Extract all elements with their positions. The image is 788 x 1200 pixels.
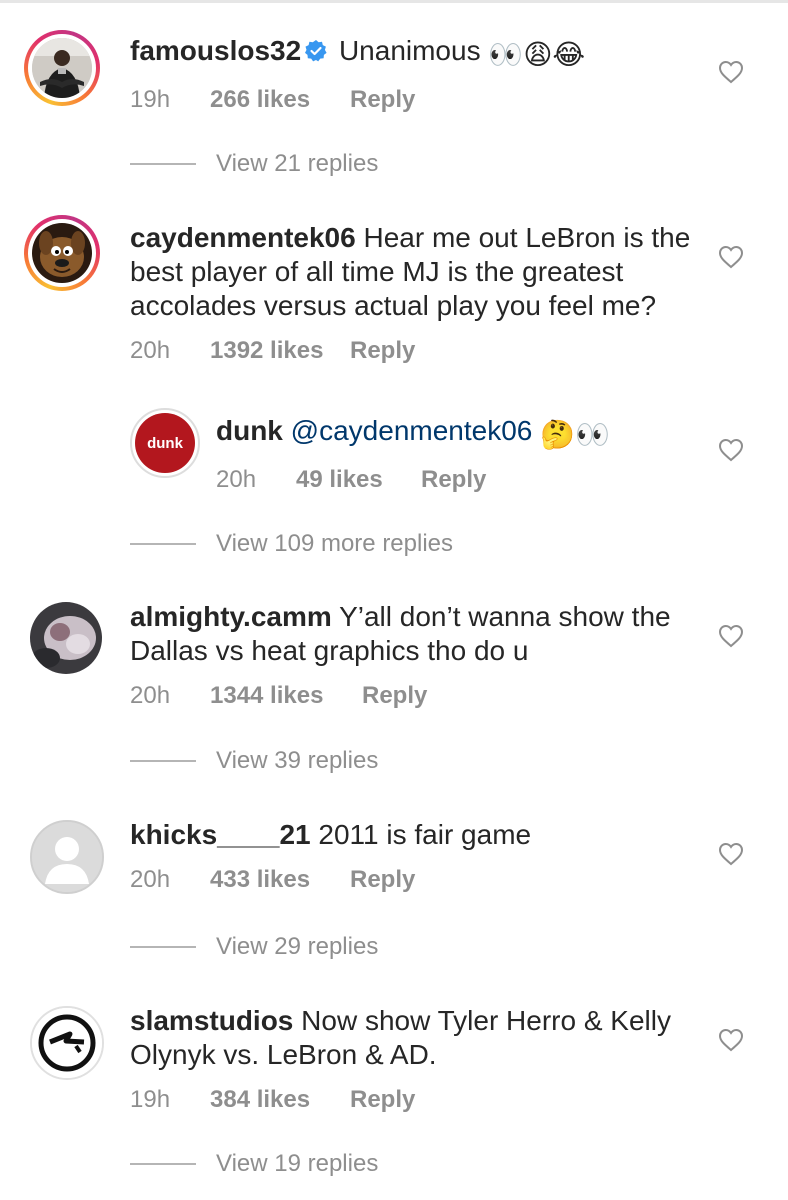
profile-photo	[30, 602, 102, 674]
view-replies-button[interactable]: View 39 replies	[130, 747, 378, 775]
comment-meta: 19h 266 likes Reply	[130, 86, 698, 114]
heart-outline-icon[interactable]	[718, 1028, 744, 1052]
view-replies-label: View 21 replies	[216, 150, 379, 177]
heart-outline-icon[interactable]	[718, 60, 744, 84]
view-replies-button[interactable]: View 29 replies	[130, 933, 378, 961]
comment-text: caydenmentek06 Hear me out LeBron is the…	[130, 221, 698, 323]
likes-count[interactable]: 49 likes	[296, 466, 421, 494]
timestamp[interactable]: 20h	[130, 337, 210, 365]
timestamp[interactable]: 19h	[130, 86, 210, 114]
timestamp[interactable]: 20h	[130, 682, 210, 710]
comment-body: dunk @caydenmentek06 🤔👀 20h 49 likes Rep…	[216, 414, 698, 494]
comment-body: caydenmentek06 Hear me out LeBron is the…	[130, 221, 698, 365]
timestamp[interactable]: 20h	[216, 466, 296, 494]
reply-button[interactable]: Reply	[350, 1086, 415, 1114]
comment-message: Unanimous	[338, 35, 481, 66]
view-more-replies-button[interactable]: View 109 more replies	[130, 530, 453, 558]
comment-text: slamstudios Now show Tyler Herro & Kelly…	[130, 1004, 698, 1072]
likes-count[interactable]: 266 likes	[210, 86, 350, 114]
username[interactable]: caydenmentek06	[130, 222, 356, 253]
likes-count[interactable]: 1392 likes	[210, 337, 350, 365]
comment-meta: 19h 384 likes Reply	[130, 1086, 698, 1114]
heart-outline-icon[interactable]	[718, 842, 744, 866]
comment-body: khicks____21 2011 is fair game 20h 433 l…	[130, 818, 698, 894]
timestamp[interactable]: 19h	[130, 1086, 210, 1114]
likes-count[interactable]: 433 likes	[210, 866, 350, 894]
comment-meta: 20h 1344 likes Reply	[130, 682, 698, 710]
divider-dash	[130, 163, 196, 165]
divider-dash	[130, 946, 196, 948]
verified-badge-icon	[305, 36, 327, 62]
comment-body: slamstudios Now show Tyler Herro & Kelly…	[130, 1004, 698, 1114]
comment-message: 2011 is fair game	[318, 819, 532, 850]
comment-meta: 20h 1392 likes Reply	[130, 337, 698, 365]
view-replies-label: View 19 replies	[216, 1150, 379, 1177]
reply-button[interactable]: Reply	[350, 337, 415, 365]
comment-body: famouslos32 Unanimous 👀😩😂 19h 266 likes …	[130, 34, 698, 114]
username[interactable]: khicks____21	[130, 819, 311, 850]
timestamp[interactable]: 20h	[130, 866, 210, 894]
avatar[interactable]	[24, 215, 100, 291]
username[interactable]: slamstudios	[130, 1005, 293, 1036]
comment-body: almighty.camm Y’all don’t wanna show the…	[130, 600, 698, 710]
username[interactable]: almighty.camm	[130, 601, 332, 632]
reply-button[interactable]: Reply	[350, 866, 415, 894]
avatar[interactable]	[30, 820, 104, 894]
avatar[interactable]	[24, 30, 100, 106]
reply-button[interactable]: Reply	[362, 682, 427, 710]
reply-button[interactable]: Reply	[421, 466, 486, 494]
heart-outline-icon[interactable]	[718, 624, 744, 648]
heart-outline-icon[interactable]	[718, 245, 744, 269]
avatar[interactable]	[30, 602, 102, 674]
avatar[interactable]: dunk	[130, 408, 200, 478]
divider-dash	[130, 1163, 196, 1165]
comment-meta: 20h 49 likes Reply	[216, 466, 698, 494]
dunk-logo: dunk	[147, 434, 183, 452]
slam-logo	[32, 1008, 102, 1078]
comment-text: khicks____21 2011 is fair game	[130, 818, 698, 852]
emoji-eyes-weary-joy: 👀😩😂	[488, 39, 586, 70]
profile-photo	[32, 38, 92, 98]
comment-text: famouslos32 Unanimous 👀😩😂	[130, 34, 698, 72]
top-divider	[0, 0, 788, 3]
default-avatar-icon	[32, 822, 102, 892]
view-replies-label: View 109 more replies	[216, 530, 454, 557]
comment-text: dunk @caydenmentek06 🤔👀	[216, 414, 698, 452]
likes-count[interactable]: 384 likes	[210, 1086, 350, 1114]
likes-count[interactable]: 1344 likes	[210, 682, 362, 710]
reply-button[interactable]: Reply	[350, 86, 415, 114]
view-replies-button[interactable]: View 19 replies	[130, 1150, 378, 1178]
view-replies-button[interactable]: View 21 replies	[130, 150, 378, 178]
view-replies-label: View 39 replies	[216, 747, 379, 774]
username[interactable]: famouslos32	[130, 35, 301, 66]
avatar[interactable]	[30, 1006, 104, 1080]
comment-text: almighty.camm Y’all don’t wanna show the…	[130, 600, 698, 668]
mention-link[interactable]: @caydenmentek06	[291, 415, 533, 446]
view-replies-label: View 29 replies	[216, 933, 379, 960]
divider-dash	[130, 543, 196, 545]
comment-meta: 20h 433 likes Reply	[130, 866, 698, 894]
profile-photo	[32, 223, 92, 283]
divider-dash	[130, 760, 196, 762]
emoji-thinking-eyes: 🤔👀	[540, 419, 610, 450]
heart-outline-icon[interactable]	[718, 438, 744, 462]
username[interactable]: dunk	[216, 415, 283, 446]
